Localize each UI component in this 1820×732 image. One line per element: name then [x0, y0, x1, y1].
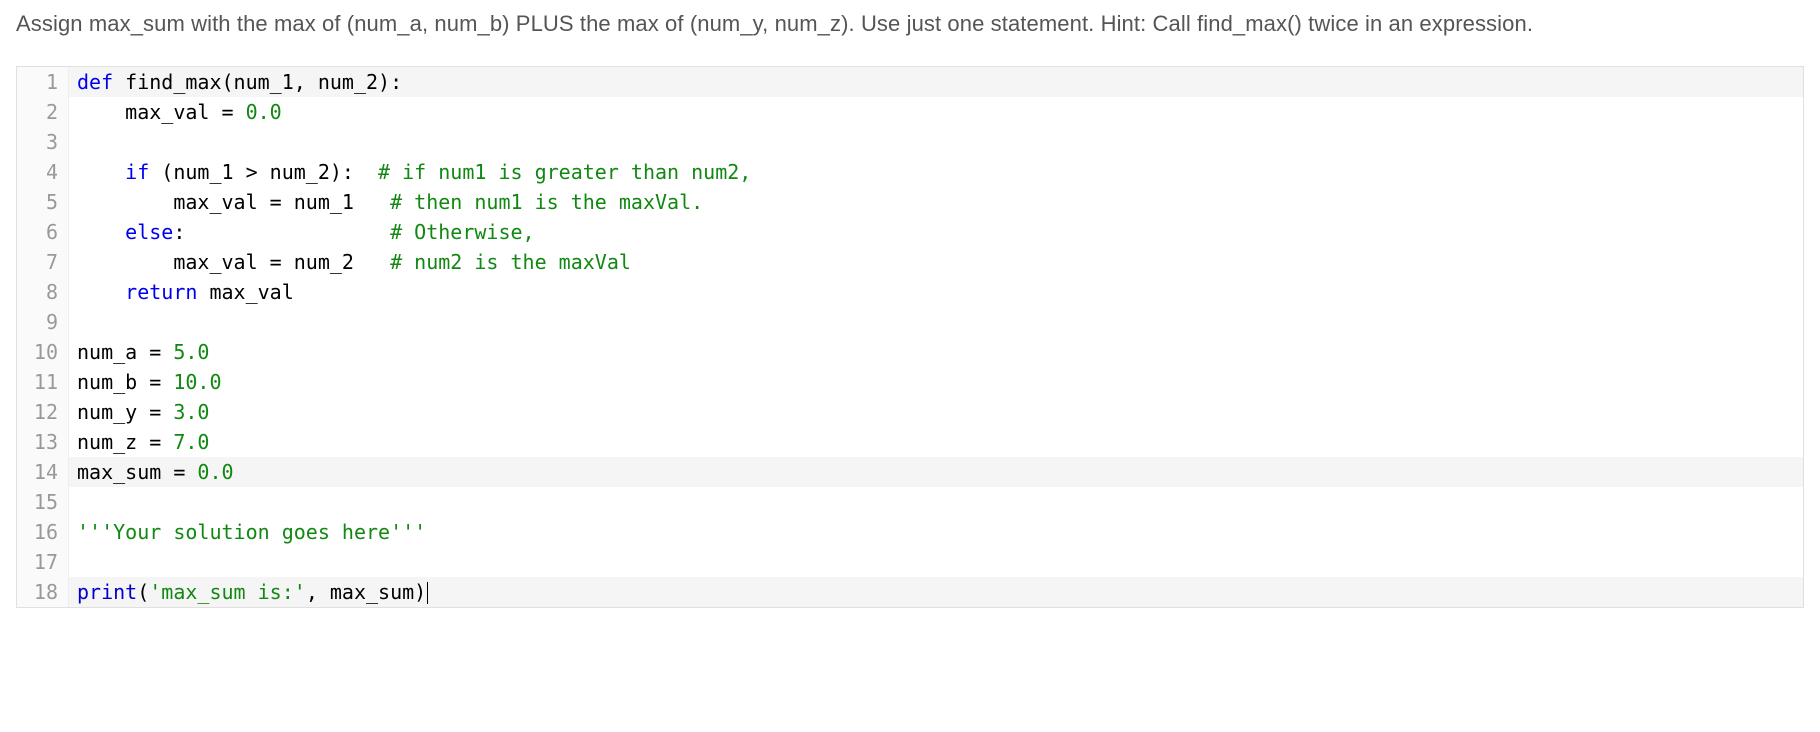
- code-token: :: [173, 220, 390, 244]
- code-content[interactable]: num_y = 3.0: [69, 397, 1803, 427]
- code-token: max_sum =: [77, 460, 197, 484]
- code-token: max_val =: [77, 100, 246, 124]
- code-token: [77, 220, 125, 244]
- code-token: 7.0: [173, 430, 209, 454]
- code-line[interactable]: 8 return max_val: [17, 277, 1803, 307]
- code-token: [77, 280, 125, 304]
- line-number: 14: [17, 457, 69, 487]
- line-number: 10: [17, 337, 69, 367]
- code-content[interactable]: max_val = num_1 # then num1 is the maxVa…: [69, 187, 1803, 217]
- code-token: else: [125, 220, 173, 244]
- code-content[interactable]: max_sum = 0.0: [69, 457, 1803, 487]
- code-content[interactable]: max_val = num_2 # num2 is the maxVal: [69, 247, 1803, 277]
- code-token: [77, 160, 125, 184]
- code-content[interactable]: num_z = 7.0: [69, 427, 1803, 457]
- code-line[interactable]: 4 if (num_1 > num_2): # if num1 is great…: [17, 157, 1803, 187]
- code-line[interactable]: 18print('max_sum is:', max_sum): [17, 577, 1803, 607]
- code-token: # then num1 is the maxVal.: [390, 190, 703, 214]
- line-number: 6: [17, 217, 69, 247]
- line-number: 16: [17, 517, 69, 547]
- line-number: 17: [17, 547, 69, 577]
- code-line[interactable]: 11num_b = 10.0: [17, 367, 1803, 397]
- line-number: 11: [17, 367, 69, 397]
- code-editor[interactable]: 1def find_max(num_1, num_2):2 max_val = …: [16, 66, 1804, 608]
- code-token: num_a =: [77, 340, 173, 364]
- code-line[interactable]: 14max_sum = 0.0: [17, 457, 1803, 487]
- code-line[interactable]: 5 max_val = num_1 # then num1 is the max…: [17, 187, 1803, 217]
- code-token: max_val = num_1: [77, 190, 390, 214]
- line-number: 2: [17, 97, 69, 127]
- code-token: def: [77, 70, 113, 94]
- code-line[interactable]: 6 else: # Otherwise,: [17, 217, 1803, 247]
- code-line[interactable]: 1def find_max(num_1, num_2):: [17, 67, 1803, 97]
- code-token: 3.0: [173, 400, 209, 424]
- code-token: find_max(num_1, num_2):: [113, 70, 402, 94]
- code-line[interactable]: 9: [17, 307, 1803, 337]
- code-line[interactable]: 7 max_val = num_2 # num2 is the maxVal: [17, 247, 1803, 277]
- code-line[interactable]: 15: [17, 487, 1803, 517]
- code-token: max_val: [197, 280, 293, 304]
- code-token: print: [77, 580, 137, 604]
- problem-instructions: Assign max_sum with the max of (num_a, n…: [16, 8, 1804, 40]
- code-token: (: [137, 580, 149, 604]
- line-number: 5: [17, 187, 69, 217]
- code-token: 0.0: [197, 460, 233, 484]
- line-number: 8: [17, 277, 69, 307]
- code-line[interactable]: 2 max_val = 0.0: [17, 97, 1803, 127]
- code-token: # num2 is the maxVal: [390, 250, 631, 274]
- code-token: '''Your solution goes here''': [77, 520, 426, 544]
- code-token: # Otherwise,: [390, 220, 535, 244]
- code-line[interactable]: 13num_z = 7.0: [17, 427, 1803, 457]
- code-token: # if num1 is greater than num2,: [378, 160, 751, 184]
- code-content[interactable]: def find_max(num_1, num_2):: [69, 67, 1803, 97]
- code-content[interactable]: '''Your solution goes here''': [69, 517, 1803, 547]
- code-content[interactable]: max_val = 0.0: [69, 97, 1803, 127]
- line-number: 18: [17, 577, 69, 607]
- code-token: num_y =: [77, 400, 173, 424]
- code-token: num_z =: [77, 430, 173, 454]
- code-content[interactable]: if (num_1 > num_2): # if num1 is greater…: [69, 157, 1803, 187]
- line-number: 3: [17, 127, 69, 157]
- code-line[interactable]: 12num_y = 3.0: [17, 397, 1803, 427]
- code-content[interactable]: print('max_sum is:', max_sum): [69, 577, 1803, 607]
- code-token: if: [125, 160, 149, 184]
- code-line[interactable]: 3: [17, 127, 1803, 157]
- text-cursor: [427, 582, 428, 604]
- code-token: 10.0: [173, 370, 221, 394]
- line-number: 15: [17, 487, 69, 517]
- code-token: 0.0: [246, 100, 282, 124]
- line-number: 13: [17, 427, 69, 457]
- code-content[interactable]: num_a = 5.0: [69, 337, 1803, 367]
- code-content[interactable]: num_b = 10.0: [69, 367, 1803, 397]
- code-content[interactable]: return max_val: [69, 277, 1803, 307]
- code-line[interactable]: 17: [17, 547, 1803, 577]
- line-number: 1: [17, 67, 69, 97]
- code-content[interactable]: else: # Otherwise,: [69, 217, 1803, 247]
- line-number: 4: [17, 157, 69, 187]
- code-token: max_val = num_2: [77, 250, 390, 274]
- code-token: 5.0: [173, 340, 209, 364]
- code-token: , max_sum): [306, 580, 426, 604]
- code-token: (num_1 > num_2):: [149, 160, 378, 184]
- code-token: return: [125, 280, 197, 304]
- code-token: 'max_sum is:': [149, 580, 306, 604]
- line-number: 12: [17, 397, 69, 427]
- code-line[interactable]: 16 '''Your solution goes here''': [17, 517, 1803, 547]
- line-number: 9: [17, 307, 69, 337]
- code-token: num_b =: [77, 370, 173, 394]
- code-line[interactable]: 10num_a = 5.0: [17, 337, 1803, 367]
- line-number: 7: [17, 247, 69, 277]
